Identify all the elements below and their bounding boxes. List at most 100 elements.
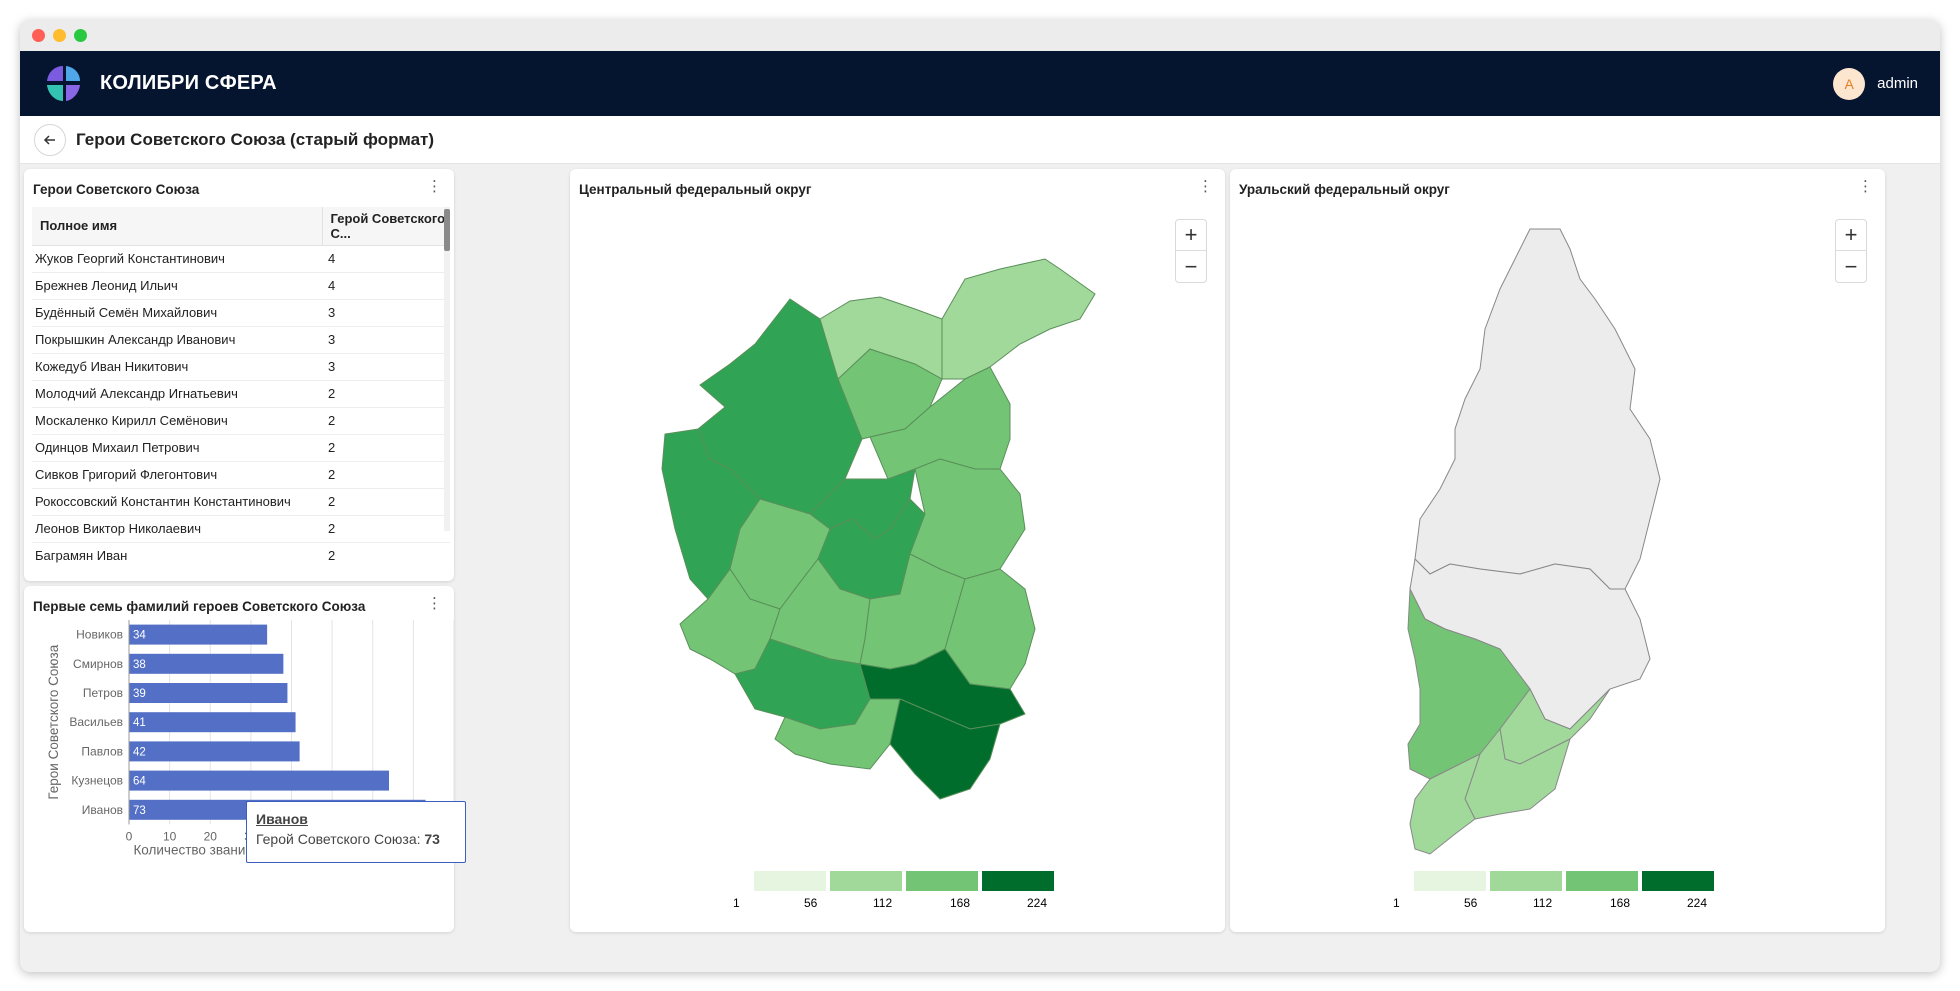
- table-row[interactable]: Покрышкин Александр Иванович 3: [32, 326, 450, 354]
- bar-chart-panel: Первые семь фамилий героев Советского Со…: [24, 586, 454, 932]
- map-region: [1414, 228, 1661, 590]
- table-scrollbar[interactable]: [444, 207, 450, 531]
- legend-label: 168: [1610, 896, 1630, 910]
- column-header-count[interactable]: Герой Советского С...: [321, 207, 450, 246]
- cell-count: 3: [322, 326, 450, 354]
- bar-value-label: 73: [133, 805, 146, 817]
- bar-value-label: 64: [133, 776, 146, 788]
- cell-count: 3: [322, 299, 450, 327]
- legend-swatch: [1414, 871, 1486, 891]
- y-axis-title: Герои Советского Союза: [46, 644, 61, 799]
- cell-count: 2: [322, 407, 450, 435]
- legend-label: 224: [1027, 896, 1047, 910]
- tooltip-value: 73: [424, 831, 440, 847]
- ural-map: [1407, 228, 1661, 855]
- brand-logo-icon: [47, 65, 80, 101]
- central-map: [661, 258, 1096, 800]
- app-window: КОЛИБРИ СФЕРА A admin Герои Советского С…: [20, 20, 1940, 972]
- bar[interactable]: [129, 653, 284, 674]
- bar-value-label: 42: [133, 746, 146, 758]
- cell-name: Покрышкин Александр Иванович: [32, 326, 322, 354]
- bar[interactable]: [129, 624, 268, 645]
- legend-label: 168: [950, 896, 970, 910]
- y-tick-label: Смирнов: [73, 657, 123, 671]
- y-tick-label: Новиков: [76, 628, 123, 642]
- x-tick-label: 20: [204, 829, 218, 843]
- cell-count: 2: [322, 434, 450, 462]
- y-tick-label: Иванов: [82, 803, 123, 817]
- y-tick-label: Васильев: [69, 715, 123, 729]
- cell-count: 3: [322, 353, 450, 381]
- back-button[interactable]: [34, 123, 66, 156]
- tooltip-label: Герой Советского Союза:: [256, 831, 421, 847]
- panel-title: Герои Советского Союза: [33, 182, 200, 197]
- user-menu[interactable]: A admin: [1833, 67, 1918, 100]
- chart-tooltip: Иванов Герой Советского Союза: 73: [246, 801, 466, 863]
- table-row[interactable]: Москаленко Кирилл Семёнович 2: [32, 407, 450, 435]
- table-row[interactable]: Баграмян Иван 2: [32, 542, 450, 569]
- legend-swatch: [1642, 871, 1714, 891]
- y-tick-label: Кузнецов: [71, 774, 123, 788]
- legend-label: 56: [804, 896, 818, 910]
- cell-count: 4: [322, 272, 450, 300]
- legend-label: 112: [873, 896, 892, 910]
- cell-name: Сивков Григорий Флегонтович: [32, 461, 322, 489]
- legend-swatch: [906, 871, 978, 891]
- table-row[interactable]: Рокоссовский Константин Константинович 2: [32, 488, 450, 516]
- heroes-table-panel: Герои Советского Союза ⋮ Полное имя Геро…: [24, 169, 454, 581]
- close-window-button[interactable]: [32, 29, 45, 42]
- table-row[interactable]: Молодчий Александр Игнатьевич 2: [32, 380, 450, 408]
- avatar: A: [1833, 67, 1866, 100]
- table-row[interactable]: Одинцов Михаил Петрович 2: [32, 434, 450, 462]
- x-tick-label: 10: [163, 829, 177, 843]
- cell-name: Будённый Семён Михайлович: [32, 299, 322, 327]
- y-tick-label: Петров: [83, 686, 123, 700]
- table-row[interactable]: Жуков Георгий Константинович 4: [32, 245, 450, 273]
- legend-label: 1: [1393, 896, 1400, 910]
- legend-swatch: [1566, 871, 1638, 891]
- cell-count: 4: [322, 245, 450, 273]
- table-row[interactable]: Леонов Виктор Николаевич 2: [32, 515, 450, 543]
- minimize-window-button[interactable]: [53, 29, 66, 42]
- cell-name: Леонов Виктор Николаевич: [32, 515, 322, 543]
- map-legend: 1 56 112 168 224: [1393, 871, 1714, 910]
- bar[interactable]: [129, 741, 300, 762]
- tooltip-value-line: Герой Советского Союза: 73: [256, 831, 456, 847]
- table-row[interactable]: Сивков Григорий Флегонтович 2: [32, 461, 450, 489]
- bar-value-label: 34: [133, 630, 146, 642]
- heroes-table: Полное имя Герой Советского С... Жуков Г…: [32, 207, 450, 569]
- cell-count: 2: [322, 380, 450, 408]
- cell-name: Москаленко Кирилл Семёнович: [32, 407, 322, 435]
- cell-count: 2: [322, 542, 450, 569]
- x-tick-label: 0: [126, 829, 133, 843]
- cell-name: Рокоссовский Константин Константинович: [32, 488, 322, 516]
- ural-map-panel: Уральский федеральный округ ⋮ + − 1 56 1…: [1230, 169, 1885, 932]
- cell-count: 2: [322, 515, 450, 543]
- bar[interactable]: [129, 712, 296, 733]
- central-map-panel: Центральный федеральный округ ⋮ + − 1 56…: [570, 169, 1225, 932]
- cell-name: Молодчий Александр Игнатьевич: [32, 380, 322, 408]
- map-region: [909, 458, 1026, 580]
- bar[interactable]: [129, 770, 389, 791]
- legend-label: 224: [1687, 896, 1707, 910]
- more-menu-icon[interactable]: ⋮: [427, 179, 442, 194]
- cell-name: Баграмян Иван: [32, 542, 322, 569]
- user-name: admin: [1877, 75, 1918, 92]
- arrow-left-icon: [43, 134, 55, 145]
- window-titlebar: [20, 20, 1940, 51]
- table-row[interactable]: Брежнев Леонид Ильич 4: [32, 272, 450, 300]
- map-region: [941, 258, 1096, 380]
- bar-value-label: 39: [133, 688, 146, 700]
- table-row[interactable]: Будённый Семён Михайлович 3: [32, 299, 450, 327]
- table-row[interactable]: Кожедуб Иван Никитович 3: [32, 353, 450, 381]
- map-legend: 1 56 112 168 224: [733, 871, 1054, 910]
- maximize-window-button[interactable]: [74, 29, 87, 42]
- page-title: Герои Советского Союза (старый формат): [76, 129, 435, 149]
- cell-name: Брежнев Леонид Ильич: [32, 272, 322, 300]
- bar-value-label: 41: [133, 717, 146, 729]
- bar-value-label: 38: [133, 659, 146, 671]
- cell-name: Кожедуб Иван Никитович: [32, 353, 322, 381]
- bar[interactable]: [129, 683, 288, 703]
- column-header-name[interactable]: Полное имя: [32, 207, 322, 246]
- legend-swatch: [982, 871, 1054, 891]
